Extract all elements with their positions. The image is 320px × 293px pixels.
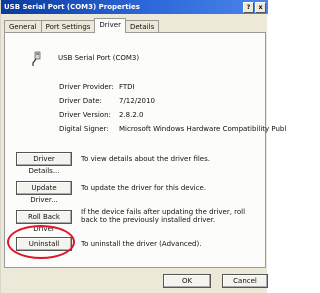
update-driver-description: To update the driver for this device.: [81, 184, 207, 192]
update-driver-button[interactable]: Update Driver...: [16, 181, 72, 204]
title-buttons: ? x: [243, 2, 266, 13]
device-name: USB Serial Port (COM3): [58, 54, 140, 62]
roll-back-driver-button[interactable]: Roll Back Driver: [16, 210, 72, 233]
roll-back-driver-description: If the device fails after updating the d…: [81, 208, 246, 224]
ok-button[interactable]: OK: [163, 274, 211, 288]
driver-date-label: Driver Date:: [59, 97, 102, 105]
highlight-circle: [7, 225, 75, 259]
digital-signer-value: Microsoft Windows Hardware Compatibility…: [119, 125, 287, 133]
tab-strip: General Port Settings Driver Details: [4, 17, 160, 33]
driver-version-label: Driver Version:: [59, 111, 111, 119]
driver-version-value: 2.8.2.0: [119, 111, 144, 119]
driver-provider-value: FTDI: [119, 83, 135, 91]
driver-provider-label: Driver Provider:: [59, 83, 114, 91]
window-title: USB Serial Port (COM3) Properties: [4, 3, 140, 11]
driver-details-button[interactable]: Driver Details...: [16, 152, 72, 175]
driver-date-value: 7/12/2010: [119, 97, 155, 105]
close-button[interactable]: x: [255, 2, 266, 13]
title-bar: USB Serial Port (COM3) Properties ? x: [1, 0, 268, 14]
uninstall-description: To uninstall the driver (Advanced).: [81, 240, 202, 248]
tab-driver[interactable]: Driver: [94, 18, 126, 33]
usb-device-icon: [32, 51, 41, 66]
properties-dialog: USB Serial Port (COM3) Properties ? x Ge…: [0, 0, 286, 293]
help-button[interactable]: ?: [243, 2, 254, 13]
cancel-button[interactable]: Cancel: [222, 274, 268, 288]
driver-details-description: To view details about the driver files.: [81, 155, 210, 163]
digital-signer-label: Digital Signer:: [59, 125, 109, 133]
